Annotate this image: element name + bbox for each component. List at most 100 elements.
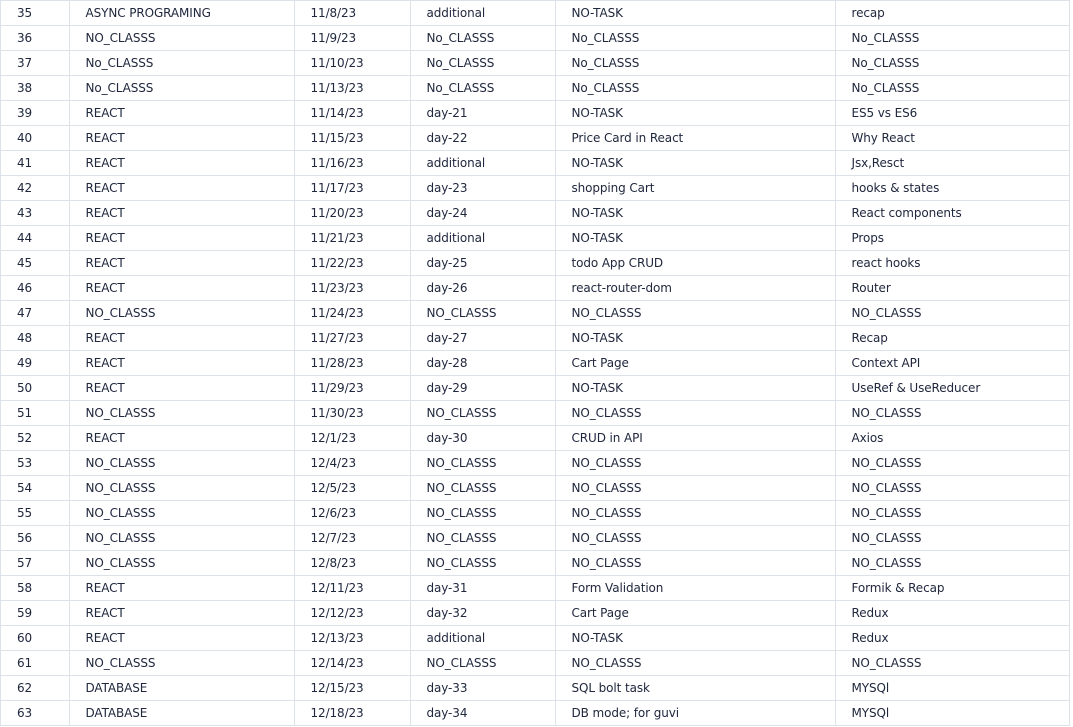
date-cell[interactable]: 12/8/23 <box>294 550 411 576</box>
date-cell[interactable]: 11/10/23 <box>294 50 411 76</box>
date-cell[interactable]: 11/13/23 <box>294 75 411 101</box>
day-cell[interactable]: day-21 <box>410 100 556 126</box>
notes-cell[interactable]: ES5 vs ES6 <box>835 100 1070 126</box>
task-cell[interactable]: NO-TASK <box>555 225 836 251</box>
date-cell[interactable]: 12/4/23 <box>294 450 411 476</box>
day-cell[interactable]: NO_CLASSS <box>410 450 556 476</box>
date-cell[interactable]: 11/8/23 <box>294 0 411 26</box>
notes-cell[interactable]: NO_CLASSS <box>835 475 1070 501</box>
day-cell[interactable]: NO_CLASSS <box>410 500 556 526</box>
date-cell[interactable]: 11/15/23 <box>294 125 411 151</box>
task-cell[interactable]: NO_CLASSS <box>555 400 836 426</box>
row-number-cell[interactable]: 50 <box>1 375 70 401</box>
topic-cell[interactable]: REACT <box>69 200 295 226</box>
row-number-cell[interactable]: 36 <box>1 25 70 51</box>
task-cell[interactable]: NO_CLASSS <box>555 550 836 576</box>
task-cell[interactable]: Form Validation <box>555 575 836 601</box>
notes-cell[interactable]: No_CLASSS <box>835 25 1070 51</box>
day-cell[interactable]: day-24 <box>410 200 556 226</box>
task-cell[interactable]: No_CLASSS <box>555 75 836 101</box>
notes-cell[interactable]: Why React <box>835 125 1070 151</box>
day-cell[interactable]: day-23 <box>410 175 556 201</box>
notes-cell[interactable]: Props <box>835 225 1070 251</box>
day-cell[interactable]: No_CLASSS <box>410 25 556 51</box>
notes-cell[interactable]: Axios <box>835 425 1070 451</box>
day-cell[interactable]: additional <box>410 625 556 651</box>
topic-cell[interactable]: NO_CLASSS <box>69 400 295 426</box>
row-number-cell[interactable]: 62 <box>1 675 70 701</box>
topic-cell[interactable]: REACT <box>69 150 295 176</box>
day-cell[interactable]: NO_CLASSS <box>410 525 556 551</box>
day-cell[interactable]: No_CLASSS <box>410 50 556 76</box>
date-cell[interactable]: 12/6/23 <box>294 500 411 526</box>
task-cell[interactable]: NO_CLASSS <box>555 475 836 501</box>
topic-cell[interactable]: REACT <box>69 250 295 276</box>
topic-cell[interactable]: REACT <box>69 625 295 651</box>
topic-cell[interactable]: NO_CLASSS <box>69 475 295 501</box>
topic-cell[interactable]: NO_CLASSS <box>69 650 295 676</box>
date-cell[interactable]: 12/11/23 <box>294 575 411 601</box>
notes-cell[interactable]: hooks & states <box>835 175 1070 201</box>
row-number-cell[interactable]: 59 <box>1 600 70 626</box>
day-cell[interactable]: No_CLASSS <box>410 75 556 101</box>
task-cell[interactable]: Cart Page <box>555 350 836 376</box>
day-cell[interactable]: additional <box>410 0 556 26</box>
row-number-cell[interactable]: 63 <box>1 700 70 726</box>
date-cell[interactable]: 12/12/23 <box>294 600 411 626</box>
task-cell[interactable]: NO_CLASSS <box>555 450 836 476</box>
topic-cell[interactable]: ASYNC PROGRAMING <box>69 0 295 26</box>
topic-cell[interactable]: NO_CLASSS <box>69 500 295 526</box>
notes-cell[interactable]: No_CLASSS <box>835 50 1070 76</box>
date-cell[interactable]: 12/1/23 <box>294 425 411 451</box>
row-number-cell[interactable]: 40 <box>1 125 70 151</box>
task-cell[interactable]: NO-TASK <box>555 150 836 176</box>
row-number-cell[interactable]: 48 <box>1 325 70 351</box>
day-cell[interactable]: day-30 <box>410 425 556 451</box>
notes-cell[interactable]: Redux <box>835 600 1070 626</box>
topic-cell[interactable]: DATABASE <box>69 700 295 726</box>
notes-cell[interactable]: Router <box>835 275 1070 301</box>
row-number-cell[interactable]: 43 <box>1 200 70 226</box>
date-cell[interactable]: 11/29/23 <box>294 375 411 401</box>
task-cell[interactable]: Cart Page <box>555 600 836 626</box>
notes-cell[interactable]: recap <box>835 0 1070 26</box>
task-cell[interactable]: NO-TASK <box>555 375 836 401</box>
notes-cell[interactable]: NO_CLASSS <box>835 400 1070 426</box>
task-cell[interactable]: CRUD in API <box>555 425 836 451</box>
date-cell[interactable]: 11/9/23 <box>294 25 411 51</box>
date-cell[interactable]: 11/28/23 <box>294 350 411 376</box>
date-cell[interactable]: 12/5/23 <box>294 475 411 501</box>
notes-cell[interactable]: MYSQl <box>835 675 1070 701</box>
row-number-cell[interactable]: 55 <box>1 500 70 526</box>
notes-cell[interactable]: Jsx,Resct <box>835 150 1070 176</box>
topic-cell[interactable]: REACT <box>69 425 295 451</box>
task-cell[interactable]: SQL bolt task <box>555 675 836 701</box>
row-number-cell[interactable]: 54 <box>1 475 70 501</box>
row-number-cell[interactable]: 38 <box>1 75 70 101</box>
date-cell[interactable]: 11/24/23 <box>294 300 411 326</box>
day-cell[interactable]: day-33 <box>410 675 556 701</box>
row-number-cell[interactable]: 52 <box>1 425 70 451</box>
row-number-cell[interactable]: 37 <box>1 50 70 76</box>
topic-cell[interactable]: REACT <box>69 275 295 301</box>
notes-cell[interactable]: Context API <box>835 350 1070 376</box>
row-number-cell[interactable]: 61 <box>1 650 70 676</box>
date-cell[interactable]: 12/18/23 <box>294 700 411 726</box>
day-cell[interactable]: NO_CLASSS <box>410 400 556 426</box>
task-cell[interactable]: NO-TASK <box>555 625 836 651</box>
notes-cell[interactable]: No_CLASSS <box>835 75 1070 101</box>
row-number-cell[interactable]: 39 <box>1 100 70 126</box>
row-number-cell[interactable]: 46 <box>1 275 70 301</box>
row-number-cell[interactable]: 42 <box>1 175 70 201</box>
task-cell[interactable]: react-router-dom <box>555 275 836 301</box>
day-cell[interactable]: day-31 <box>410 575 556 601</box>
notes-cell[interactable]: react hooks <box>835 250 1070 276</box>
topic-cell[interactable]: REACT <box>69 125 295 151</box>
date-cell[interactable]: 12/13/23 <box>294 625 411 651</box>
topic-cell[interactable]: NO_CLASSS <box>69 25 295 51</box>
date-cell[interactable]: 11/20/23 <box>294 200 411 226</box>
date-cell[interactable]: 11/17/23 <box>294 175 411 201</box>
date-cell[interactable]: 11/27/23 <box>294 325 411 351</box>
topic-cell[interactable]: REACT <box>69 600 295 626</box>
date-cell[interactable]: 11/21/23 <box>294 225 411 251</box>
